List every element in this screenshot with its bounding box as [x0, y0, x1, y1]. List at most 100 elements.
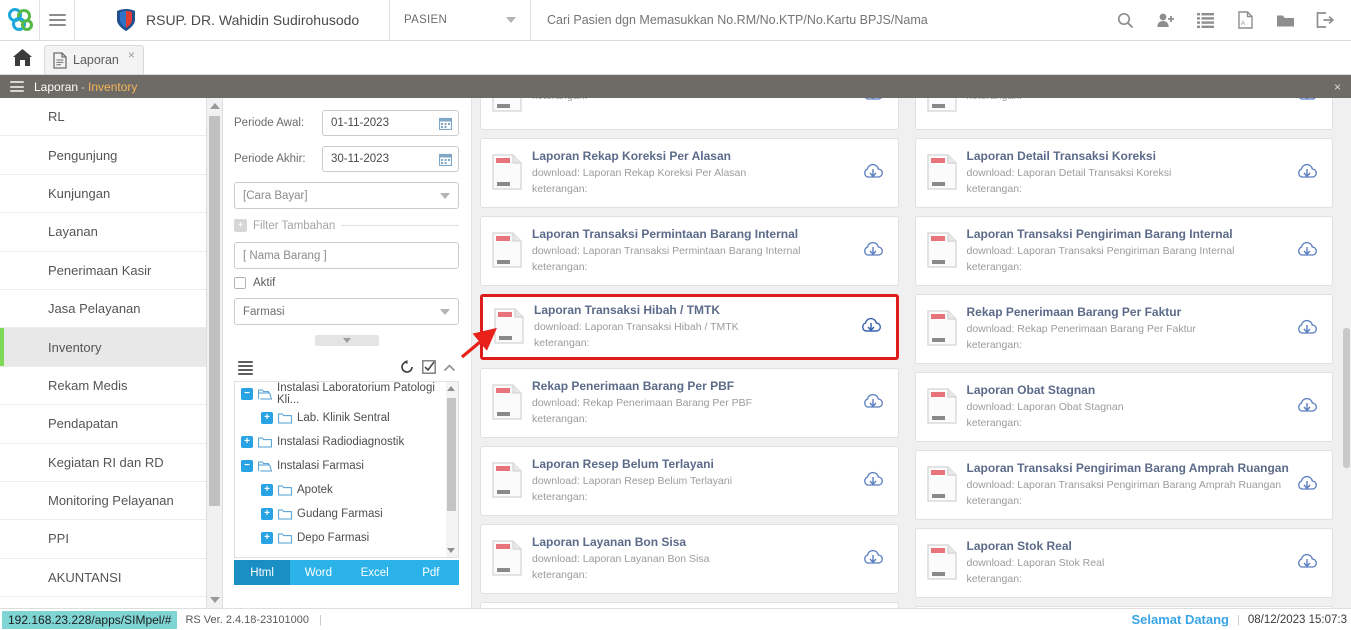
context-select[interactable]: PASIEN — [390, 0, 531, 40]
logout-icon[interactable] — [1305, 0, 1345, 41]
report-card[interactable]: keterangan: — [480, 98, 899, 130]
cloud-download-icon[interactable] — [1296, 98, 1318, 107]
cloud-download-icon[interactable] — [1296, 474, 1318, 497]
export-pdf-button[interactable]: Pdf — [402, 560, 459, 585]
list-icon[interactable] — [1185, 0, 1225, 41]
pdf-icon[interactable]: A — [1225, 0, 1265, 41]
tree-node[interactable]: − Instalasi Laboratorium Patologi Kli... — [235, 382, 458, 406]
tree-scrollbar[interactable] — [446, 382, 458, 557]
periode-awal-input[interactable]: 01-11-2023 — [322, 110, 459, 136]
sidebar-item-akuntansi[interactable]: AKUNTANSI — [0, 559, 206, 598]
tree-node[interactable]: + Instalasi Radiodiagnostik — [235, 430, 458, 454]
search-icon[interactable] — [1105, 0, 1145, 41]
panel-collapse-handle[interactable] — [314, 335, 379, 346]
cloud-download-icon[interactable] — [862, 98, 884, 107]
scrollbar-thumb[interactable] — [1343, 328, 1350, 468]
scroll-down-icon[interactable] — [210, 597, 220, 603]
unit-tree[interactable]: − Instalasi Laboratorium Patologi Kli...… — [234, 382, 459, 558]
hamburger-icon[interactable] — [10, 79, 24, 95]
cloud-download-icon[interactable] — [1296, 162, 1318, 185]
plus-box-icon[interactable]: + — [234, 219, 247, 232]
export-excel-button[interactable]: Excel — [346, 560, 403, 585]
tree-node[interactable]: + Gudang Farmasi — [235, 502, 458, 526]
export-html-button[interactable]: Html — [234, 560, 291, 585]
sidebar-toggle-button[interactable] — [40, 0, 75, 40]
check-box-icon[interactable] — [422, 359, 436, 377]
cloud-download-icon[interactable] — [862, 392, 884, 415]
tree-view-toggle[interactable] — [238, 359, 253, 377]
report-card[interactable]: Rekap Penerimaan Barang Per PBF download… — [480, 368, 899, 438]
report-card[interactable]: Laporan Obat Stagnan download: Laporan O… — [914, 372, 1333, 442]
scrollbar-thumb[interactable] — [209, 116, 220, 506]
sidebar-item-inventory[interactable]: Inventory — [0, 328, 206, 367]
report-card[interactable]: Laporan Stok Real download: Laporan Stok… — [914, 528, 1333, 598]
expand-toggle-icon[interactable]: + — [261, 412, 273, 424]
export-word-button[interactable]: Word — [290, 560, 347, 585]
sidebar-item-kunjungan[interactable]: Kunjungan — [0, 175, 206, 214]
sidebar-item-rl[interactable]: RL — [0, 98, 206, 137]
report-card[interactable]: Laporan Resep Belum Terlayani download: … — [480, 446, 899, 516]
report-card-highlighted[interactable]: Laporan Transaksi Hibah / TMTK download:… — [480, 294, 899, 360]
sidebar-scrollbar[interactable] — [207, 98, 223, 608]
close-icon[interactable]: × — [1334, 80, 1341, 94]
cloud-download-icon[interactable] — [862, 162, 884, 185]
collapse-toggle-icon[interactable]: − — [241, 388, 253, 400]
scrollbar-thumb[interactable] — [447, 398, 456, 511]
report-card[interactable]: Rekap Penerimaan Barang Per Faktur downl… — [914, 294, 1333, 364]
cloud-download-icon[interactable] — [1296, 240, 1318, 263]
periode-akhir-input[interactable]: 30-11-2023 — [322, 146, 459, 172]
cloud-download-icon[interactable] — [862, 240, 884, 263]
aktif-checkbox-row[interactable]: Aktif — [234, 277, 459, 289]
content-scrollbar[interactable] — [1342, 98, 1351, 608]
report-card[interactable]: Laporan Transaksi Permintaan Barang Inte… — [480, 216, 899, 286]
report-card[interactable]: keterangan: — [914, 98, 1333, 130]
sidebar-item-pendapatan[interactable]: Pendapatan — [0, 405, 206, 444]
expand-toggle-icon[interactable]: + — [261, 484, 273, 496]
sidebar-item-jasa-pelayanan[interactable]: Jasa Pelayanan — [0, 290, 206, 329]
breadcrumb-root[interactable]: Laporan — [34, 80, 78, 94]
scroll-up-icon[interactable] — [447, 386, 455, 391]
sidebar-item-monitoring-pelayanan[interactable]: Monitoring Pelayanan — [0, 482, 206, 521]
collapse-toggle-icon[interactable]: − — [241, 460, 253, 472]
cloud-download-icon[interactable] — [1296, 318, 1318, 341]
report-card[interactable]: Laporan Layanan Bon Sisa download: Lapor… — [480, 524, 899, 594]
cloud-download-icon[interactable] — [1296, 396, 1318, 419]
sidebar-item-layanan[interactable]: Layanan — [0, 213, 206, 252]
cloud-download-icon[interactable] — [862, 548, 884, 571]
cara-bayar-select[interactable]: [Cara Bayar] — [234, 182, 459, 209]
expand-toggle-icon[interactable]: + — [261, 532, 273, 544]
tree-node[interactable]: + Lab. Klinik Sentral — [235, 406, 458, 430]
report-card[interactable]: Laporan Rekap Koreksi Per Alasan downloa… — [480, 138, 899, 208]
nama-barang-input[interactable]: [ Nama Barang ] — [234, 242, 459, 269]
sidebar-item-kegiatan-ri-dan-rd[interactable]: Kegiatan RI dan RD — [0, 444, 206, 482]
app-logo[interactable] — [0, 0, 40, 40]
expand-toggle-icon[interactable]: + — [261, 508, 273, 520]
aktif-checkbox[interactable] — [234, 277, 246, 289]
list-view-icon[interactable] — [238, 359, 253, 377]
report-card[interactable]: Laporan Transaksi Pengiriman Barang Inte… — [914, 216, 1333, 286]
report-card[interactable]: Laporan Transaksi Pengiriman Barang Ampr… — [914, 450, 1333, 520]
tree-node[interactable]: − Instalasi Farmasi — [235, 454, 458, 478]
unit-select[interactable]: Farmasi — [234, 298, 459, 325]
refresh-icon[interactable] — [400, 359, 414, 377]
filter-tambahan-header[interactable]: + Filter Tambahan — [234, 219, 459, 232]
tree-node[interactable]: + Apotek — [235, 478, 458, 502]
add-user-icon[interactable] — [1145, 0, 1185, 41]
sidebar-item-ppi[interactable]: PPI — [0, 520, 206, 559]
folder-icon[interactable] — [1265, 0, 1305, 41]
tree-node[interactable]: + Depo Farmasi — [235, 526, 458, 550]
sidebar-item-rekam-medis[interactable]: Rekam Medis — [0, 367, 206, 406]
sidebar-item-pengunjung[interactable]: Pengunjung — [0, 136, 206, 175]
home-tab-button[interactable] — [0, 40, 44, 74]
close-icon[interactable]: × — [128, 48, 135, 62]
scroll-up-icon[interactable] — [210, 103, 220, 109]
patient-search-input[interactable] — [547, 13, 1105, 27]
scroll-down-icon[interactable] — [447, 548, 455, 553]
cloud-download-icon[interactable] — [860, 316, 882, 339]
chevron-up-icon[interactable] — [443, 361, 456, 375]
cloud-download-icon[interactable] — [1296, 552, 1318, 575]
sidebar-item-penerimaan-kasir[interactable]: Penerimaan Kasir — [0, 252, 206, 290]
expand-toggle-icon[interactable]: + — [241, 436, 253, 448]
tab-laporan[interactable]: Laporan × — [44, 45, 144, 74]
cloud-download-icon[interactable] — [862, 470, 884, 493]
